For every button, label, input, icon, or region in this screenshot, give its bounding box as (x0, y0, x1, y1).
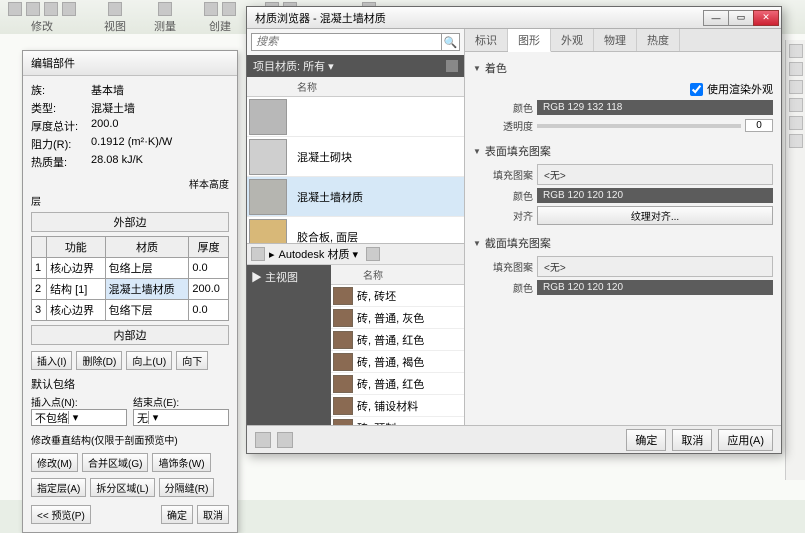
down-button[interactable]: 向下 (176, 351, 208, 370)
cancel-button[interactable]: 取消 (672, 429, 712, 451)
dock-icon[interactable] (789, 98, 803, 112)
insert-point-select[interactable]: 不包络▾ (31, 409, 127, 426)
surface-color[interactable]: RGB 120 120 120 (537, 188, 773, 203)
delete-button[interactable]: 删除(D) (76, 351, 122, 370)
properties: 族:基本墙 类型:混凝土墙 厚度总计:200.0 阻力(R):0.1912 (m… (31, 82, 229, 170)
library-row[interactable]: 砖, 砖坯 (331, 285, 464, 307)
dock-icon[interactable] (789, 44, 803, 58)
reveal-button[interactable]: 分隔缝(R) (159, 478, 215, 497)
outer-edge-label: 外部边 (31, 212, 229, 232)
modify-button[interactable]: 修改(M) (31, 453, 78, 472)
search-input[interactable] (251, 33, 442, 51)
modify-label: 修改垂直结构(仅限于剖面预览中) (31, 432, 229, 447)
library-row[interactable]: 砖, 铺设材料 (331, 395, 464, 417)
right-pane: 标识图形外观物理热度 着色 使用渲染外观 颜色RGB 129 132 118 透… (465, 29, 781, 425)
tab[interactable]: 图形 (508, 29, 551, 52)
dock-icon[interactable] (789, 62, 803, 76)
titlebar[interactable]: 材质浏览器 - 混凝土墙材质 — ▭ ✕ (247, 7, 781, 29)
view-icon[interactable] (366, 247, 380, 261)
table-row: 3核心边界包络下层0.0 (32, 300, 229, 321)
apply-button[interactable]: 应用(A) (718, 429, 773, 451)
material-row[interactable]: 胶合板, 面层 (247, 217, 464, 243)
assign-button[interactable]: 指定层(A) (31, 478, 86, 497)
project-materials: 名称 混凝土砌块混凝土墙材质胶合板, 面层 (247, 77, 464, 243)
table-row: 2结构 [1]混凝土墙材质200.0 (32, 279, 229, 300)
library-list: 名称 砖, 砖坯砖, 普通, 灰色砖, 普通, 红色砖, 普通, 褐色砖, 普通… (331, 265, 464, 425)
wrap-section: 默认包络 插入点(N): 不包络▾ 结束点(E): 无▾ (31, 376, 229, 426)
preview-button[interactable]: << 预览(P) (31, 505, 91, 524)
library-row[interactable]: 砖, 普通, 红色 (331, 373, 464, 395)
layers-label: 层 (31, 193, 229, 208)
dock-icon[interactable] (789, 134, 803, 148)
ribbon-group[interactable]: 测量 (154, 2, 176, 34)
library-tree[interactable]: ▶ 主视图 (247, 265, 331, 425)
dock-icon[interactable] (789, 80, 803, 94)
ribbon-group[interactable]: 创建 (204, 2, 236, 34)
dock-icon[interactable] (789, 116, 803, 130)
merge-button[interactable]: 合并区域(G) (82, 453, 148, 472)
dialog-title: 编辑部件 (23, 51, 237, 76)
tab[interactable]: 热度 (637, 29, 680, 51)
material-browser-dialog: 材质浏览器 - 混凝土墙材质 — ▭ ✕ 🔍 项目材质: 所有 ▾ 名称 混凝土… (246, 6, 782, 454)
dialog-title: 材质浏览器 - 混凝土墙材质 (255, 10, 386, 26)
shading-color[interactable]: RGB 129 132 118 (537, 100, 773, 115)
layers-table[interactable]: 功能材质厚度 1核心边界包络上层0.0 2结构 [1]混凝土墙材质200.0 3… (31, 236, 229, 321)
ok-button[interactable]: 确定 (161, 505, 193, 524)
view-icon[interactable] (446, 60, 458, 72)
section-surface[interactable]: 表面填充图案 (473, 141, 773, 161)
use-render-checkbox[interactable]: 使用渲染外观 (537, 81, 773, 97)
up-button[interactable]: 向上(U) (126, 351, 172, 370)
home-icon[interactable] (251, 247, 265, 261)
right-dock (785, 40, 805, 480)
table-row: 1核心边界包络上层0.0 (32, 258, 229, 279)
cut-fill[interactable]: <无> (537, 256, 773, 277)
section-cut[interactable]: 截面填充图案 (473, 233, 773, 253)
tab[interactable]: 物理 (594, 29, 637, 51)
ribbon-group[interactable]: 修改 (8, 2, 76, 34)
texture-align-button[interactable]: 纹理对齐... (537, 206, 773, 225)
sample-height-label: 样本高度 (31, 176, 229, 191)
library-row[interactable]: 砖, 预制 (331, 417, 464, 425)
ok-button[interactable]: 确定 (626, 429, 666, 451)
library-row[interactable]: 砖, 普通, 灰色 (331, 307, 464, 329)
library-row[interactable]: 砖, 普通, 红色 (331, 329, 464, 351)
sweep-button[interactable]: 墙饰条(W) (152, 453, 210, 472)
surface-fill[interactable]: <无> (537, 164, 773, 185)
end-point-select[interactable]: 无▾ (133, 409, 229, 426)
tab[interactable]: 标识 (465, 29, 508, 51)
search-icon[interactable]: 🔍 (442, 33, 460, 51)
close-button[interactable]: ✕ (753, 10, 779, 26)
cancel-button[interactable]: 取消 (197, 505, 229, 524)
transparency-slider[interactable]: 0 (537, 119, 773, 132)
split-button[interactable]: 拆分区域(L) (90, 478, 154, 497)
material-row[interactable]: 混凝土砌块 (247, 137, 464, 177)
library-bar[interactable]: ▸ Autodesk 材质 ▾ (247, 244, 464, 265)
insert-button[interactable]: 插入(I) (31, 351, 72, 370)
left-pane: 🔍 项目材质: 所有 ▾ 名称 混凝土砌块混凝土墙材质胶合板, 面层 ▸ Aut… (247, 29, 465, 425)
duplicate-icon[interactable] (277, 432, 293, 448)
tab[interactable]: 外观 (551, 29, 594, 51)
new-material-icon[interactable] (255, 432, 271, 448)
library-row[interactable]: 砖, 普通, 褐色 (331, 351, 464, 373)
minimize-button[interactable]: — (703, 10, 729, 26)
dialog-footer: 确定 取消 应用(A) (247, 425, 781, 453)
section-shading[interactable]: 着色 (473, 58, 773, 78)
ribbon-group[interactable]: 视图 (104, 2, 126, 34)
filter-bar[interactable]: 项目材质: 所有 ▾ (247, 55, 464, 77)
maximize-button[interactable]: ▭ (728, 10, 754, 26)
edit-assembly-dialog: 编辑部件 族:基本墙 类型:混凝土墙 厚度总计:200.0 阻力(R):0.19… (22, 50, 238, 533)
cut-color[interactable]: RGB 120 120 120 (537, 280, 773, 295)
material-row[interactable] (247, 97, 464, 137)
material-row[interactable]: 混凝土墙材质 (247, 177, 464, 217)
tabs: 标识图形外观物理热度 (465, 29, 781, 52)
inner-edge-label: 内部边 (31, 325, 229, 345)
